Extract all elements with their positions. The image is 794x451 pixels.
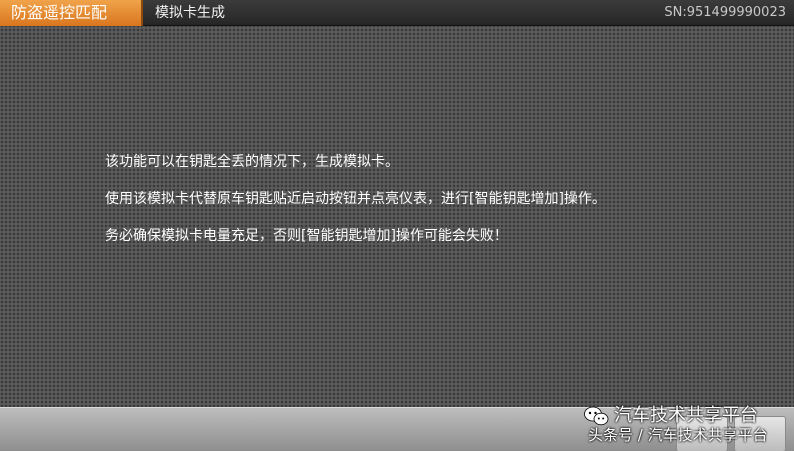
page-title: 模拟卡生成 [155, 5, 225, 21]
wechat-icon [584, 406, 609, 426]
header-bar: 防盗遥控匹配 模拟卡生成 SN:951499990023 [0, 0, 794, 26]
watermark-title: 汽车技术共享平台 [614, 405, 758, 426]
message-line-2: 使用该模拟卡代替原车钥匙贴近启动按钮并点亮仪表，进行[智能钥匙增加]操作。 [105, 191, 606, 207]
tab-anti-theft-remote-match[interactable]: 防盗遥控匹配 [0, 0, 143, 26]
message-line-1: 该功能可以在钥匙全丢的情况下，生成模拟卡。 [105, 154, 399, 170]
info-message: 该功能可以在钥匙全丢的情况下，生成模拟卡。 使用该模拟卡代替原车钥匙贴近启动按钮… [105, 152, 745, 263]
watermark-subtitle: 头条号 / 汽车技术共享平台 [588, 426, 768, 444]
app-screen: 防盗遥控匹配 模拟卡生成 SN:951499990023 该功能可以在钥匙全丢的… [0, 0, 794, 451]
message-line-3: 务必确保模拟卡电量充足，否则[智能钥匙增加]操作可能会失败！ [105, 228, 508, 244]
serial-number: SN:951499990023 [664, 5, 786, 20]
